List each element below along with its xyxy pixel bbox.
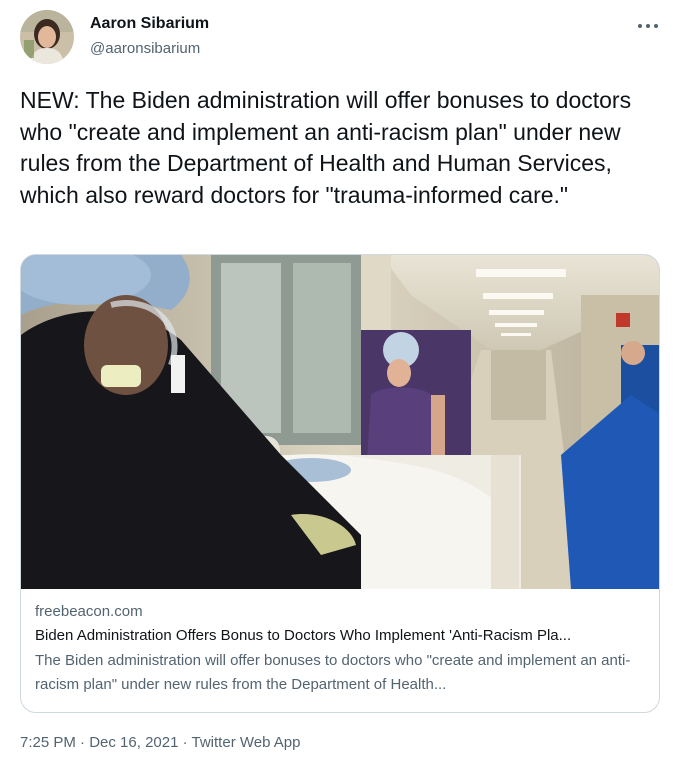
tweet-timestamp: 7:25 PM · Dec 16, 2021 · Twitter Web App: [20, 733, 300, 753]
separator: ·: [75, 734, 90, 751]
tweet-text: NEW: The Biden administration will offer…: [20, 87, 638, 208]
more-dot: [646, 24, 650, 28]
tweet-time[interactable]: 7:25 PM: [20, 734, 76, 751]
card-title: Biden Administration Offers Bonus to Doc…: [35, 627, 572, 644]
tweet: Aaron Sibarium @aaronsibarium NEW: The B…: [0, 0, 679, 768]
avatar[interactable]: [20, 10, 74, 64]
link-card[interactable]: freebeacon.com Biden Administration Offe…: [20, 254, 660, 713]
tweet-date[interactable]: Dec 16, 2021: [89, 734, 178, 751]
author-block: Aaron Sibarium @aaronsibarium: [90, 14, 209, 58]
tweet-source[interactable]: Twitter Web App: [192, 734, 301, 751]
card-domain: freebeacon.com: [35, 603, 143, 620]
more-dot: [638, 24, 642, 28]
more-dot: [654, 24, 658, 28]
profile-photo-icon: [20, 10, 74, 64]
display-name[interactable]: Aaron Sibarium: [90, 14, 209, 33]
card-description: The Biden administration will offer bonu…: [35, 652, 631, 693]
card-meta: freebeacon.com Biden Administration Offe…: [21, 590, 659, 697]
more-horizontal-icon[interactable]: [635, 16, 661, 36]
user-handle[interactable]: @aaronsibarium: [90, 39, 209, 58]
separator: ·: [178, 734, 192, 751]
hospital-hallway-photo-icon: [21, 255, 659, 589]
